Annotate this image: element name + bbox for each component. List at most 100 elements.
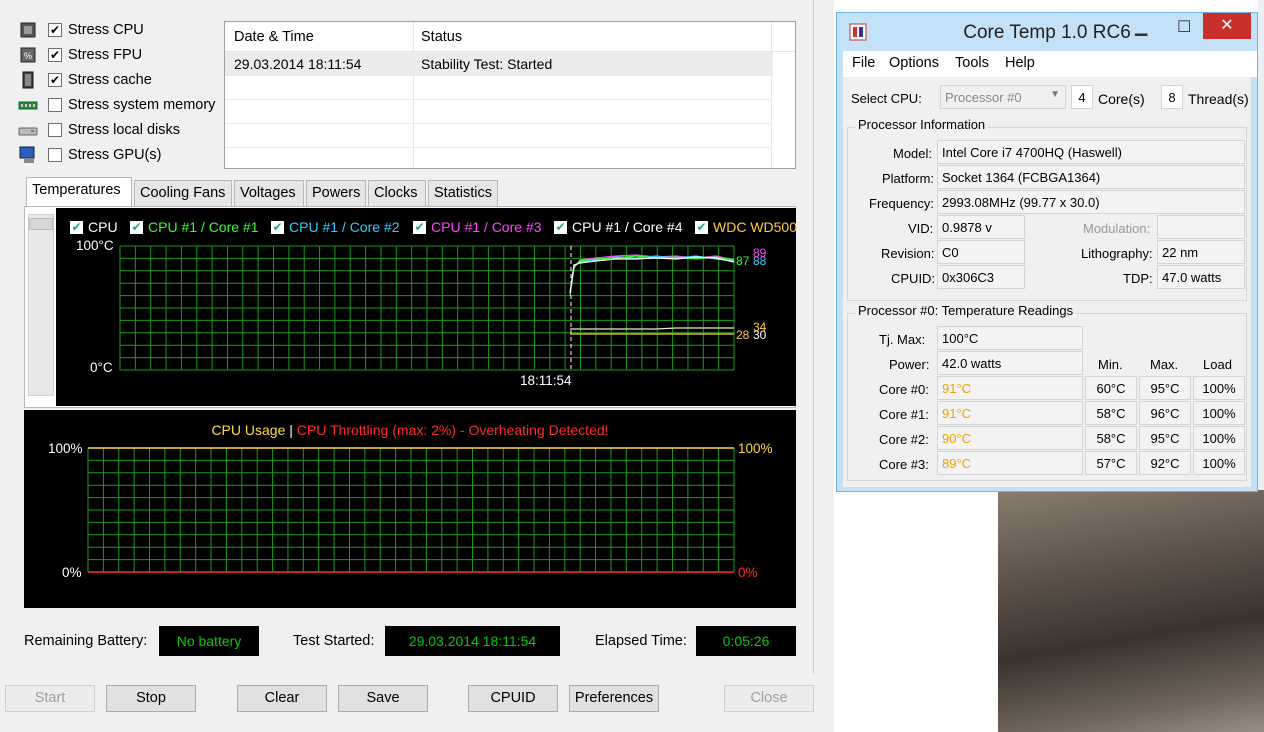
stress-gpu-checkbox[interactable] (48, 148, 62, 162)
core-label: Core #2: (879, 432, 929, 447)
stress-cpu-option[interactable]: ✔ Stress CPU (18, 19, 144, 41)
stress-cpu-checkbox[interactable]: ✔ (48, 23, 62, 37)
modulation-value (1157, 215, 1245, 239)
cpuid-value: 0x306C3 (937, 265, 1025, 289)
core-load: 100% (1193, 376, 1245, 400)
desktop-edge (1258, 0, 1264, 490)
cores-label: Core(s) (1098, 91, 1145, 107)
test-started-value: 29.03.2014 18:11:54 (385, 626, 560, 656)
stress-disks-option[interactable]: Stress local disks (18, 119, 180, 141)
core-min: 60°C (1085, 376, 1137, 400)
stress-memory-option[interactable]: Stress system memory (18, 94, 215, 116)
clear-button[interactable]: Clear (237, 685, 327, 712)
tab-powers[interactable]: Powers (306, 180, 366, 206)
tab-voltages[interactable]: Voltages (234, 180, 304, 206)
stress-gpu-option[interactable]: Stress GPU(s) (18, 144, 161, 166)
battery-label: Remaining Battery: (24, 633, 148, 649)
log-row-empty (225, 124, 773, 148)
cpuid-label: CPUID: (891, 271, 936, 286)
tjmax-label: Tj. Max: (879, 332, 926, 347)
graph-scale-slider[interactable] (28, 214, 54, 396)
lithography-label: Lithography: (1081, 246, 1153, 261)
preferences-button[interactable]: Preferences (569, 685, 659, 712)
select-cpu-dropdown[interactable]: Processor #0 ▼ (940, 85, 1066, 109)
menu-options[interactable]: Options (889, 55, 939, 71)
vid-label: VID: (908, 221, 934, 236)
gpu-icon (19, 146, 35, 163)
log-table[interactable]: Date & Time Status 29.03.2014 18:11:54 S… (224, 21, 796, 169)
close-button[interactable]: Close (724, 685, 814, 712)
col-status[interactable]: Status (421, 29, 462, 45)
coretemp-body: Select CPU: Processor #0 ▼ 4 Core(s) 8 T… (843, 77, 1251, 487)
temp-right-high: 87 (736, 254, 750, 268)
stress-cpu-label: Stress CPU (68, 22, 144, 38)
threads-count: 8 (1161, 85, 1183, 109)
disk-icon (18, 127, 38, 136)
close-icon[interactable]: ✕ (1203, 13, 1251, 39)
minimize-icon[interactable]: ▁ (1135, 17, 1147, 37)
stress-memory-label: Stress system memory (68, 97, 216, 113)
frequency-value: 2993.08MHz (99.77 x 30.0) (937, 190, 1245, 214)
log-row-empty (225, 76, 773, 100)
core-load: 100% (1193, 401, 1245, 425)
stress-disks-label: Stress local disks (68, 122, 181, 138)
elapsed-time-label: Elapsed Time: (595, 633, 687, 649)
tab-temperatures[interactable]: Temperatures (26, 177, 132, 207)
stress-fpu-checkbox[interactable]: ✔ (48, 48, 62, 62)
coretemp-menubar: File Options Tools Help (843, 51, 1257, 77)
stress-fpu-option[interactable]: % ✔ Stress FPU (18, 44, 142, 66)
core-min: 58°C (1085, 426, 1137, 450)
core-load: 100% (1193, 451, 1245, 475)
cache-icon (22, 71, 34, 89)
stress-memory-checkbox[interactable] (48, 98, 62, 112)
stop-button[interactable]: Stop (106, 685, 196, 712)
col-load: Load (1203, 357, 1232, 372)
cpuid-button[interactable]: CPUID (468, 685, 558, 712)
graph-scale-thumb[interactable] (29, 218, 53, 230)
revision-label: Revision: (881, 246, 935, 261)
menu-tools[interactable]: Tools (955, 55, 989, 71)
temperature-graph: ✔ CPU ✔ CPU #1 / Core #1 ✔ CPU #1 / Core… (56, 208, 797, 406)
model-value: Intel Core i7 4700HQ (Haswell) (937, 140, 1245, 164)
tab-cooling-fans[interactable]: Cooling Fans (134, 180, 232, 206)
log-table-header: Date & Time Status (225, 22, 795, 52)
log-row[interactable]: 29.03.2014 18:11:54 Stability Test: Star… (225, 52, 773, 76)
desktop-wallpaper (998, 488, 1264, 732)
menu-help[interactable]: Help (1005, 55, 1035, 71)
save-button[interactable]: Save (338, 685, 428, 712)
cpu-usage-plot (87, 447, 735, 573)
menu-file[interactable]: File (852, 55, 875, 71)
tdp-label: TDP: (1123, 271, 1153, 286)
col-datetime[interactable]: Date & Time (234, 29, 314, 45)
select-cpu-value: Processor #0 (945, 90, 1022, 105)
core-temp: 91°C (937, 376, 1083, 400)
core-min: 58°C (1085, 401, 1137, 425)
cpu-usage-graph: CPU Usage | CPU Throttling (max: 2%) - O… (24, 410, 796, 608)
tjmax-value: 100°C (937, 326, 1083, 350)
temp-right-high: 89 (753, 246, 767, 260)
series-core1-line (569, 255, 735, 296)
stress-cache-checkbox[interactable]: ✔ (48, 73, 62, 87)
coretemp-titlebar[interactable]: Core Temp 1.0 RC6 ▁ ☐ ✕ (837, 13, 1257, 51)
temp-right-low: 28 (736, 328, 750, 342)
tdp-value: 47.0 watts (1157, 265, 1245, 289)
start-button[interactable]: Start (5, 685, 95, 712)
series-core4-line (570, 327, 734, 330)
elapsed-time-value: 0:05:26 (696, 626, 796, 656)
stress-cache-option[interactable]: ✔ Stress cache (18, 69, 152, 91)
modulation-label: Modulation: (1083, 221, 1151, 236)
stress-disks-checkbox[interactable] (48, 123, 62, 137)
stress-gpu-label: Stress GPU(s) (68, 147, 162, 163)
core-max: 95°C (1139, 426, 1191, 450)
tab-statistics[interactable]: Statistics (428, 180, 498, 206)
revision-value: C0 (937, 240, 1025, 264)
stress-cache-label: Stress cache (68, 72, 152, 88)
core-min: 57°C (1085, 451, 1137, 475)
memory-icon (18, 101, 38, 110)
fpu-icon: % (20, 47, 36, 63)
stability-test-window: ✔ Stress CPU % ✔ Stress FPU ✔ Stress cac… (0, 0, 834, 732)
platform-label: Platform: (882, 171, 935, 186)
maximize-icon[interactable]: ☐ (1177, 17, 1191, 37)
tab-clocks[interactable]: Clocks (368, 180, 426, 206)
platform-value: Socket 1364 (FCBGA1364) (937, 165, 1245, 189)
